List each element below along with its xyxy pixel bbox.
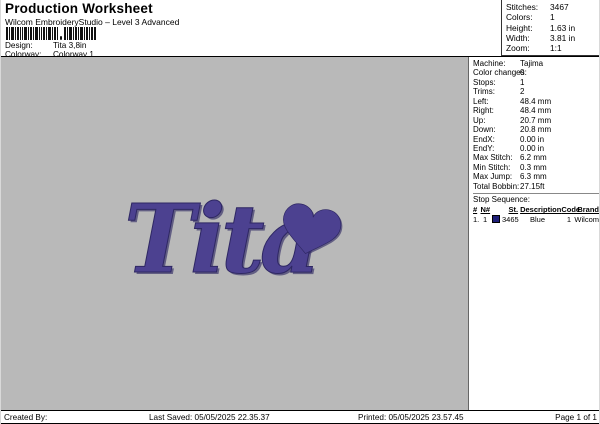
col-hash: #: [473, 205, 478, 215]
info-trims: Trims: 2: [473, 87, 525, 97]
stop-sequence-section: Stop Sequence: # N# St. Description Code…: [473, 193, 599, 224]
thread-color-chip: [492, 215, 500, 224]
info-color-changes: Color changes: 0: [473, 68, 527, 78]
page-title: Production Worksheet: [5, 1, 153, 16]
seq-code: 1: [566, 214, 571, 224]
info-stops: Stops: 1: [473, 77, 525, 87]
info-up: Up: 20.7 mm: [473, 115, 552, 125]
seq-num: 1.: [473, 214, 480, 224]
stat-colors: Colors: 1: [506, 12, 555, 23]
stat-stitches: Stitches: 3467: [506, 2, 569, 12]
col-code: Code: [561, 205, 581, 215]
stop-sequence-row: 1. 1 3465 Blue 1 Wilcom: [473, 215, 599, 225]
page-number: Page 1 of 1: [555, 413, 597, 422]
col-brand: Brand: [577, 205, 599, 215]
printed-text: Printed: 05/05/2025 23.57.45: [358, 413, 464, 422]
created-by-label: Created By:: [4, 413, 48, 422]
col-needle: N#: [480, 205, 491, 215]
last-saved-text: Last Saved: 05/05/2025 22.35.37: [149, 413, 270, 422]
app-subtitle: Wilcom EmbroideryStudio – Level 3 Advanc…: [5, 17, 180, 27]
stat-zoom: Zoom: 1:1: [506, 43, 562, 54]
col-description: Description: [520, 205, 562, 215]
seq-brand: Wilcom: [574, 214, 599, 224]
info-right: Right: 48.4 mm: [473, 106, 552, 116]
design-label: Design:: [5, 41, 33, 50]
design-text: Tita: [124, 184, 316, 295]
production-worksheet-page: Production Worksheet Wilcom EmbroiderySt…: [0, 0, 600, 424]
info-min-stitch: Min Stitch: 0.3 mm: [473, 162, 547, 172]
embroidery-design-tita-heart: Tita Tita: [124, 184, 343, 297]
design-name-row: Design: Tita 3,8in: [5, 41, 86, 50]
info-machine: Machine: Tajima: [473, 59, 544, 68]
info-endx: EndX: 0.00 in: [473, 134, 545, 144]
info-max-jump: Max Jump: 6.3 mm: [473, 172, 547, 182]
seq-description: Blue: [530, 214, 546, 224]
stat-height: Height: 1.63 in: [506, 22, 576, 33]
info-total-bobbin: Total Bobbin: 27.15ft: [473, 181, 545, 191]
info-down: Down: 20.8 mm: [473, 125, 552, 135]
info-max-stitch: Max Stitch: 6.2 mm: [473, 153, 547, 163]
stat-width: Width: 3.81 in: [506, 32, 576, 43]
seq-stitch-cell: 3465: [492, 215, 530, 224]
stop-sequence-title: Stop Sequence:: [473, 195, 530, 205]
col-stitches: St.: [508, 205, 519, 215]
design-canvas: Tita Tita: [1, 57, 468, 410]
seq-stitches: 3465: [502, 214, 519, 224]
info-left: Left: 48.4 mm: [473, 96, 552, 106]
barcode-icon: [6, 27, 96, 40]
seq-needle: 1: [483, 214, 488, 224]
machine-info-panel: Machine: Tajima Color changes: 0 Stops: 1 T…: [468, 57, 599, 410]
design-value: Tita 3,8in: [53, 41, 87, 50]
info-endy: EndY: 0.00 in: [473, 143, 545, 153]
design-stats-box: Stitches: 3467 Colors: 1 Height: 1.63 in…: [501, 0, 599, 56]
stop-sequence-header-row: # N# St. Description Code Brand: [473, 205, 599, 215]
footer: Created By: Last Saved: 05/05/2025 22.35…: [1, 410, 599, 424]
